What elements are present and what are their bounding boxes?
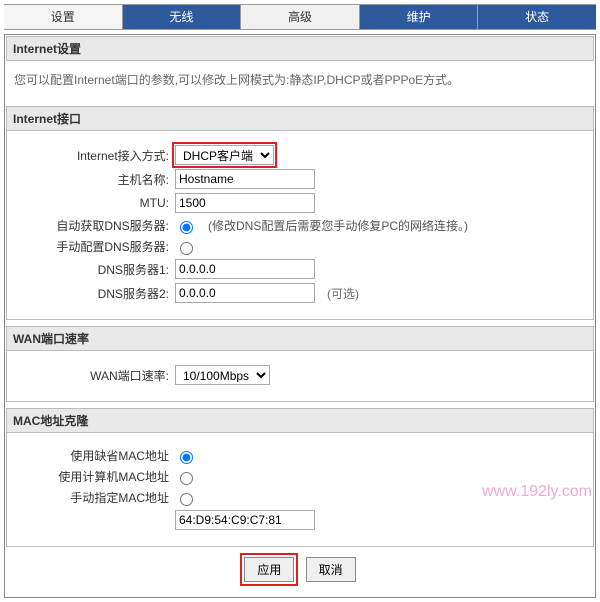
dns2-label: DNS服务器2: xyxy=(15,285,175,302)
mac-pc-radio[interactable] xyxy=(180,472,193,485)
tab-bar: 设置 无线 高级 维护 状态 xyxy=(4,4,596,30)
wan-rate-select[interactable]: 10/100Mbps xyxy=(175,365,270,385)
mac-pc-label: 使用计算机MAC地址 xyxy=(15,468,175,485)
hostname-label: 主机名称: xyxy=(15,171,175,188)
watermark: www.192ly.com xyxy=(482,483,592,501)
hostname-input[interactable] xyxy=(175,169,315,189)
wan-rate-label: WAN端口速率: xyxy=(15,367,175,384)
tab-maintenance[interactable]: 维护 xyxy=(360,5,479,29)
wan-rate-title: WAN端口速率 xyxy=(6,326,594,351)
dns-auto-label: 自动获取DNS服务器: xyxy=(15,217,175,234)
access-mode-label: Internet接入方式: xyxy=(15,147,175,164)
mac-default-radio[interactable] xyxy=(180,451,193,464)
internet-interface-title: Internet接口 xyxy=(6,106,594,131)
internet-interface-body: Internet接入方式: DHCP客户端 主机名称: MTU: 自动获取DNS… xyxy=(6,131,594,320)
dns1-input[interactable] xyxy=(175,259,315,279)
tab-settings[interactable]: 设置 xyxy=(4,5,123,29)
tab-advanced[interactable]: 高级 xyxy=(241,5,360,29)
cancel-button[interactable]: 取消 xyxy=(306,557,356,582)
dns-manual-radio[interactable] xyxy=(180,242,193,255)
mac-default-label: 使用缺省MAC地址 xyxy=(15,447,175,464)
mac-value-input[interactable] xyxy=(175,510,315,530)
internet-settings-desc: 您可以配置Internet端口的参数,可以修改上网模式为:静态IP,DHCP或者… xyxy=(6,61,594,100)
access-mode-select[interactable]: DHCP客户端 xyxy=(175,145,274,165)
mtu-label: MTU: xyxy=(15,196,175,210)
main-panel: Internet设置 您可以配置Internet端口的参数,可以修改上网模式为:… xyxy=(4,34,596,598)
wan-rate-body: WAN端口速率: 10/100Mbps xyxy=(6,351,594,402)
apply-button[interactable]: 应用 xyxy=(244,557,294,582)
tab-wireless[interactable]: 无线 xyxy=(123,5,242,29)
dns1-label: DNS服务器1: xyxy=(15,261,175,278)
tab-status[interactable]: 状态 xyxy=(478,5,596,29)
dns-manual-label: 手动配置DNS服务器: xyxy=(15,238,175,255)
dns2-input[interactable] xyxy=(175,283,315,303)
dns-auto-note: (修改DNS配置后需要您手动修复PC的网络连接。) xyxy=(208,217,468,234)
dns-auto-radio[interactable] xyxy=(180,221,193,234)
mac-manual-radio[interactable] xyxy=(180,493,193,506)
mac-manual-label: 手动指定MAC地址 xyxy=(15,489,175,506)
mac-clone-title: MAC地址克隆 xyxy=(6,408,594,433)
internet-settings-title: Internet设置 xyxy=(6,36,594,61)
button-bar: 应用 取消 xyxy=(6,547,594,596)
mtu-input[interactable] xyxy=(175,193,315,213)
dns2-optional: (可选) xyxy=(327,285,359,302)
